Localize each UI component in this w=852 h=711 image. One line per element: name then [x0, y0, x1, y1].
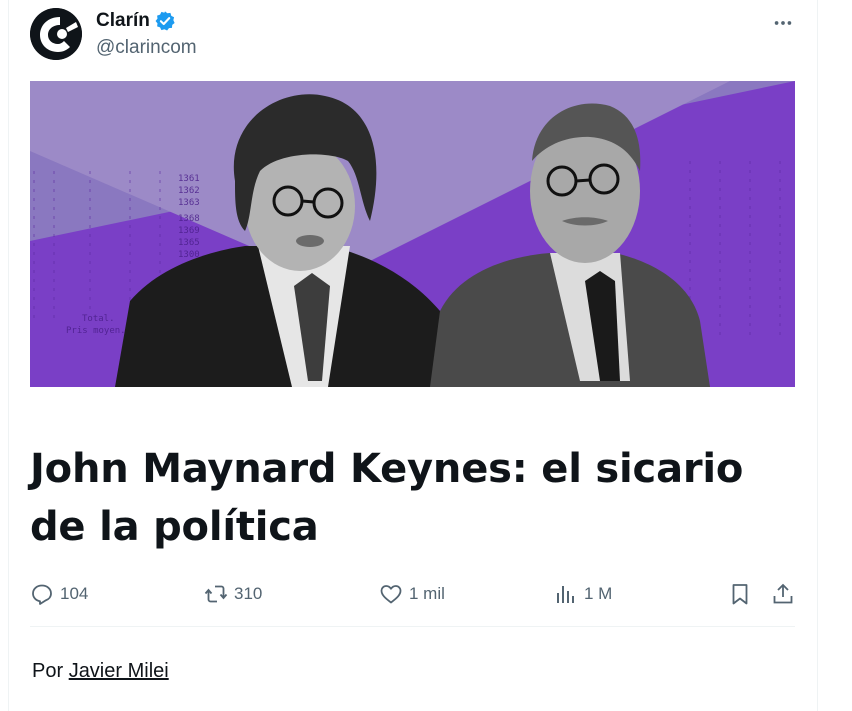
table-line: 1368 [178, 214, 200, 224]
reply-button[interactable]: 104 [30, 576, 88, 612]
like-count: 1 mil [409, 584, 445, 603]
author-handle[interactable]: @clarincom [96, 37, 197, 59]
repost-count: 310 [234, 584, 263, 603]
verified-badge-icon [154, 10, 176, 32]
article-headline[interactable]: John Maynard Keynes: el sicario de la po… [30, 440, 810, 556]
more-dots-icon [774, 21, 792, 25]
table-line: 1362 [178, 186, 200, 196]
byline-prefix: Por [32, 660, 64, 682]
bookmark-button[interactable] [728, 576, 752, 612]
author-name[interactable]: Clarín [96, 10, 150, 32]
table-line: 1365 [178, 238, 200, 248]
more-options-button[interactable] [768, 8, 798, 38]
reply-bubble-icon [32, 584, 52, 605]
tweet-page: Clarín @clarincom 1361 1362 1363 1368 13… [0, 0, 852, 711]
table-line: Total. [82, 314, 115, 324]
byline-author-link[interactable]: Javier Milei [69, 660, 169, 682]
divider [30, 626, 795, 627]
article-illustration: 1361 1362 1363 1368 1369 1365 1300 Total… [30, 81, 795, 387]
post-image[interactable]: 1361 1362 1363 1368 1369 1365 1300 Total… [30, 81, 795, 387]
views-button[interactable]: 1 M [554, 576, 612, 612]
table-line: 1369 [178, 226, 200, 236]
bar-chart-icon [557, 586, 574, 603]
bookmark-icon [732, 584, 748, 605]
table-line: Pris moyen. [66, 326, 126, 336]
table-line: 1361 [178, 174, 200, 184]
column-border-left [8, 0, 9, 711]
article-byline: Por Javier Milei [32, 660, 169, 683]
reply-count: 104 [60, 584, 89, 603]
heart-icon [380, 585, 402, 604]
like-button[interactable]: 1 mil [379, 576, 445, 612]
table-line: 1363 [178, 198, 200, 208]
avatar[interactable] [30, 8, 82, 60]
author-name-row[interactable]: Clarín [96, 10, 176, 32]
clarin-logo-icon [30, 8, 82, 60]
share-button[interactable] [771, 576, 795, 612]
repost-button[interactable]: 310 [204, 576, 262, 612]
repost-arrows-icon [204, 585, 228, 603]
action-bar: 104 310 1 mil 1 M [30, 576, 800, 612]
column-border-right [817, 0, 818, 711]
share-upload-icon [773, 583, 793, 604]
views-count: 1 M [584, 584, 613, 603]
